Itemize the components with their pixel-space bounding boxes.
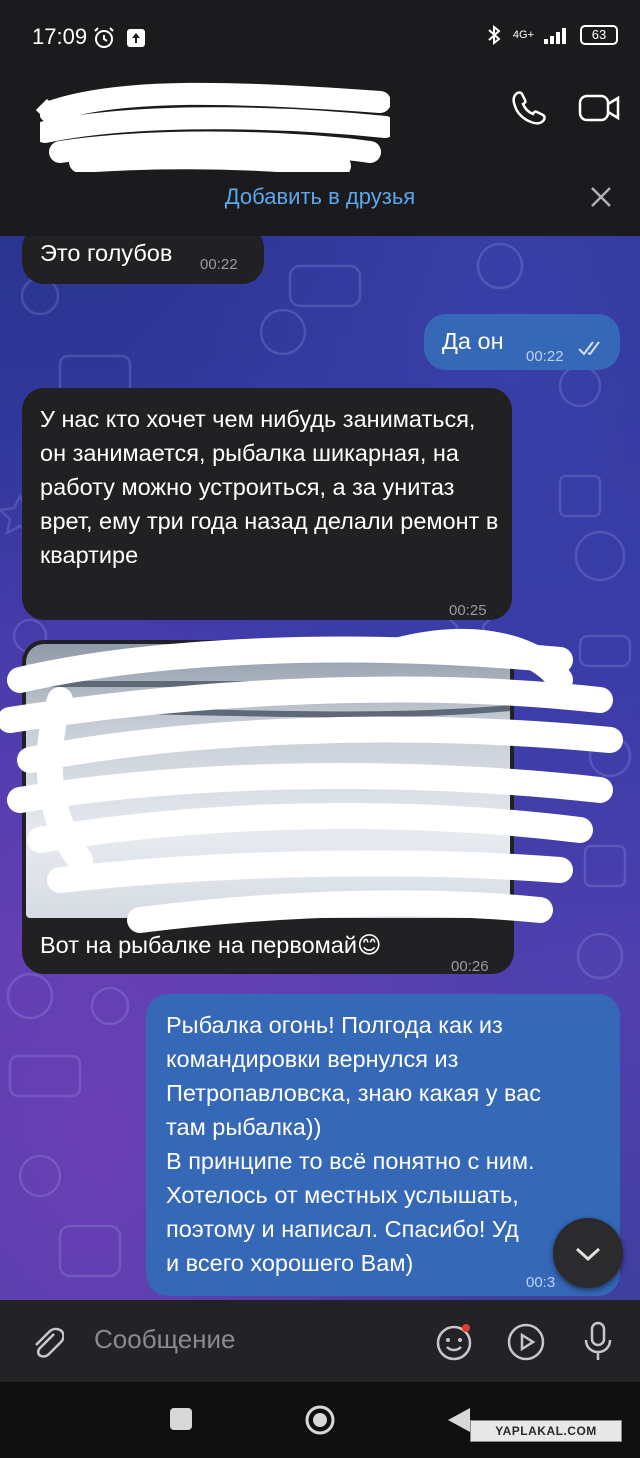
home-button-icon[interactable]	[304, 1404, 336, 1436]
video-message-icon[interactable]	[506, 1322, 546, 1362]
microphone-icon[interactable]	[582, 1320, 614, 1362]
bluetooth-icon	[488, 24, 501, 46]
redacted-contact-name	[40, 82, 390, 172]
sticker-emoji-icon[interactable]	[434, 1322, 474, 1362]
message-composer	[0, 1300, 640, 1382]
message-bubble-outgoing[interactable]: Рыбалка огонь! Полгода как из командиров…	[146, 994, 620, 1296]
message-text: Это голубов	[40, 240, 173, 266]
chevron-down-icon	[575, 1247, 601, 1262]
message-text: У нас кто хочет чем нибудь заниматься, о…	[40, 406, 499, 568]
message-text: Рыбалка огонь! Полгода как из командиров…	[166, 1012, 542, 1276]
chat-area[interactable]: Это голубов 00:22 Да он 00:22 У нас кто …	[0, 236, 640, 1300]
network-type: 4G+	[512, 29, 534, 41]
message-bubble-incoming[interactable]: У нас кто хочет чем нибудь заниматься, о…	[22, 388, 512, 620]
watermark: YAPLAKAL.COM	[470, 1420, 622, 1442]
status-bar: 17:09 4G+ 63	[0, 0, 640, 76]
message-bubble-outgoing[interactable]: Да он 00:22	[424, 314, 620, 370]
message-bubble-incoming[interactable]: Это голубов 00:22	[22, 236, 264, 284]
scroll-to-bottom-button[interactable]	[553, 1218, 623, 1288]
message-time: 00:22	[526, 348, 564, 365]
read-double-check-icon	[578, 341, 600, 356]
upload-notification-icon	[127, 29, 145, 47]
alarm-icon	[94, 27, 114, 48]
paperclip-icon[interactable]	[28, 1322, 64, 1362]
add-friend-link[interactable]: Добавить в друзья	[0, 184, 640, 210]
video-camera-icon[interactable]	[578, 90, 622, 126]
recent-apps-button[interactable]	[170, 1408, 192, 1430]
signal-icon	[544, 28, 566, 44]
message-input[interactable]	[94, 1324, 394, 1355]
close-icon[interactable]	[588, 184, 614, 210]
status-time: 17:09	[32, 24, 88, 49]
message-time: 00:3	[526, 1274, 556, 1291]
phone-icon[interactable]	[508, 88, 548, 128]
battery-indicator: 63	[580, 25, 618, 45]
message-text: Да он	[442, 328, 504, 354]
system-navigation-bar: YAPLAKAL.COM	[0, 1382, 640, 1458]
chat-header: Добавить в друзья	[0, 76, 640, 236]
back-triangle-icon[interactable]	[446, 1406, 472, 1434]
message-time: 00:22	[200, 256, 238, 273]
redaction-scribble	[0, 628, 623, 933]
